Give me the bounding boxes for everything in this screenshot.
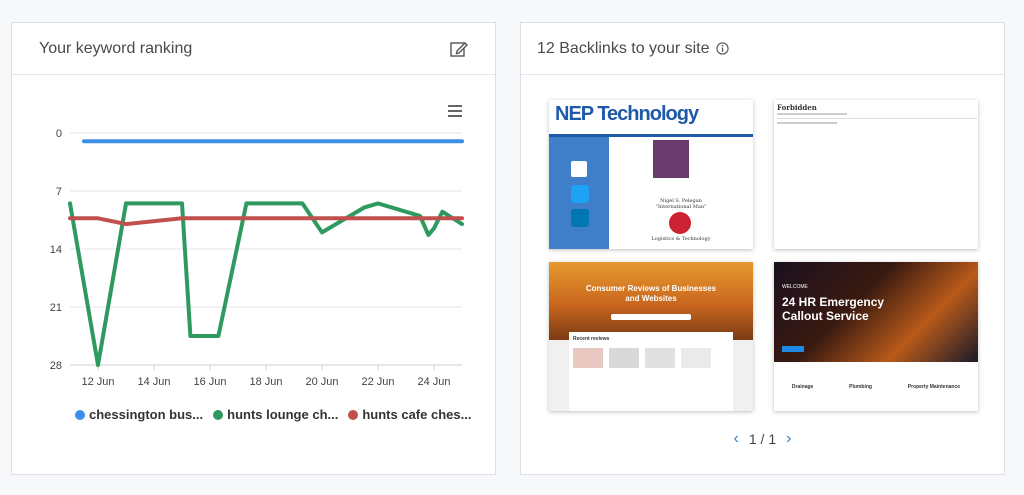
keyword-ranking-card: Your keyword ranking 0 7 14 21 28 12 Jun 14 Ju… [11,22,496,475]
backlinks-card: 12 Backlinks to your site NEP Technology… [520,22,1005,475]
legend-item-hunts-cafe[interactable]: hunts cafe ches... [348,407,471,422]
y-tick-label: 21 [50,302,62,314]
series-line-2 [68,216,464,227]
thumb-heading: Forbidden [777,103,817,112]
x-tick-label: 22 Jun [361,376,394,388]
y-tick-label: 0 [56,128,62,140]
thumb-sidebar [549,137,609,249]
thumb-caption: Logistics & Technology [651,236,711,242]
legend-item-chessington[interactable]: chessington bus... [75,407,203,422]
thumb-headline: Consumer Reviews of Businesses and Websi… [585,284,717,303]
page-indicator: 1 / 1 [748,431,777,447]
keyword-ranking-chart: 0 7 14 21 28 12 Jun 14 Jun 16 Jun 18 Jun 20 Jun 22… [50,128,464,388]
thumb-service: Drainage [791,384,814,390]
thumb-headline: 24 HR Emergency Callout Service [782,295,885,323]
y-tick-label: 28 [50,360,62,372]
backlinks-card-header: 12 Backlinks to your site [521,23,1004,75]
chart-legend: chessington bus... hunts lounge ch... hu… [75,407,471,422]
backlink-thumbnail[interactable]: WELCOME 24 HR Emergency Callout Service … [774,262,978,411]
y-tick-label: 7 [56,186,62,198]
x-tick-label: 20 Jun [305,376,338,388]
thumb-hero: WELCOME 24 HR Emergency Callout Service [774,262,978,362]
x-tick-label: 18 Jun [249,376,282,388]
legend-dot [213,409,224,420]
thumb-banner: NEP Technology [549,100,753,137]
thumb-reviews-panel: Recent reviews [569,332,733,411]
thumb-logo: NEP Technology [555,103,699,125]
backlink-thumbnail[interactable]: Consumer Reviews of Businesses and Websi… [549,262,753,411]
backlink-thumbnail[interactable]: NEP Technology Nigel S. Pelegan "Interna… [549,100,753,249]
legend-dot [348,409,359,420]
legend-label: hunts lounge ch... [227,407,339,422]
y-tick-label: 14 [50,244,62,256]
thumb-photo [653,140,689,178]
backlink-thumbnail[interactable]: Forbidden [774,100,978,249]
legend-dot [75,409,85,420]
x-tick-label: 16 Jun [193,376,226,388]
thumb-hero: Consumer Reviews of Businesses and Websi… [549,262,753,340]
legend-label: hunts cafe ches... [362,407,472,422]
thumb-welcome: WELCOME [782,284,808,290]
x-tick-label: 12 Jun [81,376,114,388]
thumb-service: Property Maintenance [907,384,961,390]
thumb-caption: "International Man" [655,204,707,210]
chevron-left-icon[interactable]: ‹ [734,430,739,448]
series-line-1 [68,201,464,367]
legend-item-hunts-lounge[interactable]: hunts lounge ch... [213,407,338,422]
chevron-right-icon[interactable]: › [786,430,791,448]
backlinks-card-title: 12 Backlinks to your site [537,39,710,57]
thumb-flag-globe [669,212,691,234]
info-icon[interactable] [715,42,729,55]
pagination: ‹ 1 / 1 › [521,430,1004,448]
x-tick-label: 24 Jun [417,376,450,388]
thumb-section: Recent reviews [573,336,610,342]
x-tick-label: 14 Jun [137,376,170,388]
thumb-services: Drainage Plumbing Property Maintenance [774,384,978,390]
thumb-service: Plumbing [849,384,872,390]
legend-label: chessington bus... [89,407,204,422]
